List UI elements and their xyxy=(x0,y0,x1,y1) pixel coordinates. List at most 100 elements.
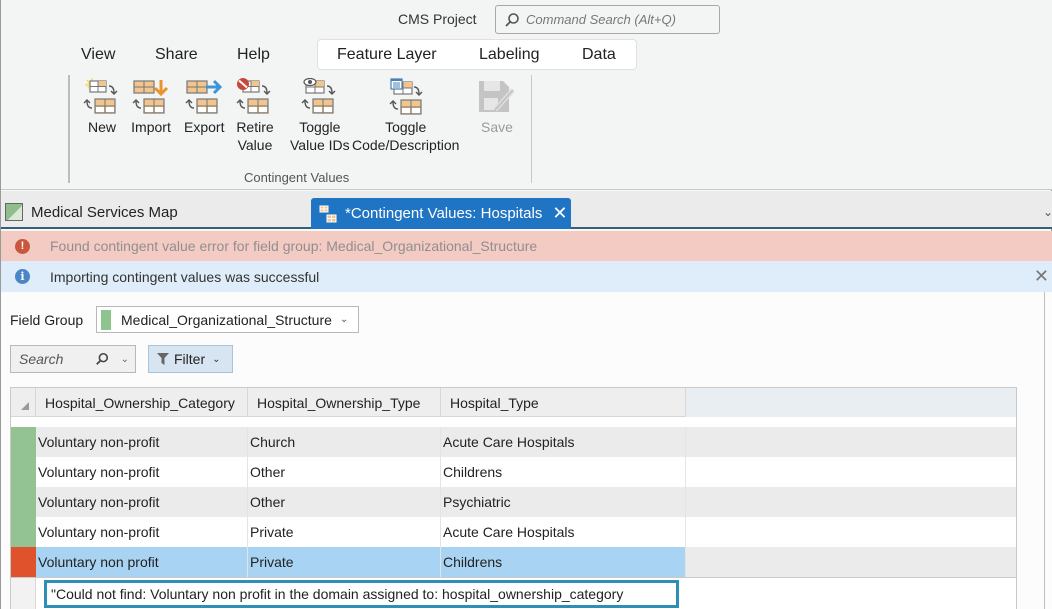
toggle-value-ids-label: Toggle Value IDs xyxy=(290,118,350,154)
tab-share[interactable]: Share xyxy=(155,46,198,64)
contingent-values-pane: Field Group Medical_Organizational_Struc… xyxy=(1,292,1052,609)
table-cell[interactable]: Private xyxy=(248,517,441,547)
table-cell[interactable]: Childrens xyxy=(441,457,686,487)
table-row[interactable]: Voluntary non-profit Other Psychiatric xyxy=(11,487,1016,517)
table-cell[interactable]: Voluntary non-profit xyxy=(36,427,248,457)
toggle-value-ids-button[interactable]: Toggle Value IDs xyxy=(290,78,350,154)
table-row-error[interactable]: Voluntary non profit Private Childrens xyxy=(11,547,1016,577)
table-row-filler xyxy=(686,517,1016,547)
tab-help[interactable]: Help xyxy=(237,46,270,64)
table-cell[interactable]: Church xyxy=(248,427,441,457)
retire-value-label-line2: Value xyxy=(237,137,273,153)
search-icon[interactable] xyxy=(95,352,109,366)
field-group-label: Field Group xyxy=(10,312,84,328)
dismiss-message-icon[interactable]: ✕ xyxy=(1034,266,1049,287)
info-message-text: Importing contingent values was successf… xyxy=(50,268,320,285)
table-row[interactable]: Voluntary non-profit Church Acute Care Hos… xyxy=(11,427,1016,457)
ribbon-group-separator xyxy=(531,75,532,183)
error-message-text: Found contingent value error for field g… xyxy=(50,238,538,254)
project-title: CMS Project xyxy=(398,11,477,27)
filter-icon xyxy=(157,353,169,365)
table-cell[interactable]: Other xyxy=(248,487,441,517)
new-label: New xyxy=(87,119,116,135)
info-icon: i xyxy=(15,269,30,284)
field-group-selected-value: Medical_Organizational_Structure xyxy=(121,311,332,328)
import-icon xyxy=(132,80,169,114)
vertical-scrollbar[interactable] xyxy=(1044,292,1045,609)
toggle-code-description-button[interactable]: Toggle Code/Description xyxy=(352,78,459,154)
table-cell[interactable]: Voluntary non-profit xyxy=(36,457,248,487)
info-message-banner: i Importing contingent values was succes… xyxy=(1,261,1052,292)
chevron-down-icon: ⌄ xyxy=(212,353,221,365)
corner-triangle-icon xyxy=(21,402,29,410)
tab-overflow-chevron-icon[interactable]: ⌄ xyxy=(1043,205,1052,219)
table-cell[interactable]: Acute Care Hospitals xyxy=(441,427,686,457)
save-button[interactable]: Save xyxy=(477,78,517,136)
save-label: Save xyxy=(481,119,513,135)
table-cell[interactable]: Childrens xyxy=(441,547,686,577)
table-row-filler xyxy=(686,427,1016,457)
group-label-contingent-values: Contingent Values xyxy=(244,170,350,185)
document-tab-strip: Medical Services Map *Contingent Values:… xyxy=(1,191,1052,229)
field-group-dropdown[interactable]: Medical_Organizational_Structure ⌄ xyxy=(96,306,359,333)
field-group-color-swatch xyxy=(101,309,111,330)
title-bar: CMS Project Command Search (Alt+Q) xyxy=(1,0,1052,40)
contextual-tab-group: Feature Layer Labeling Data xyxy=(317,39,637,70)
new-contingent-value-icon xyxy=(83,78,118,114)
table-cell[interactable]: Acute Care Hospitals xyxy=(441,517,686,547)
search-options-chevron-icon[interactable]: ⌄ xyxy=(121,354,129,365)
row-status-valid-indicator xyxy=(11,487,36,517)
tab-data[interactable]: Data xyxy=(582,46,616,64)
error-tooltip: "Could not find: Voluntary non profit in… xyxy=(44,580,679,608)
filter-label: Filter xyxy=(174,351,206,367)
doc-tab-medical-services-map[interactable]: Medical Services Map xyxy=(5,203,178,221)
command-search-placeholder: Command Search (Alt+Q) xyxy=(526,12,676,27)
tab-view[interactable]: View xyxy=(81,46,115,64)
retire-value-button[interactable]: Retire Value xyxy=(235,78,275,154)
grid-spacer xyxy=(11,417,1016,427)
export-icon xyxy=(185,79,223,114)
export-label: Export xyxy=(184,119,225,135)
table-cell[interactable]: Private xyxy=(248,547,441,577)
filter-button[interactable]: Filter ⌄ xyxy=(148,345,233,373)
toggle-code-description-label-line1: Toggle xyxy=(385,119,427,135)
retire-value-icon xyxy=(236,78,271,114)
import-button[interactable]: Import xyxy=(131,78,171,136)
select-all-corner[interactable] xyxy=(11,388,36,417)
grid-header: Hospital_Ownership_Category Hospital_Own… xyxy=(11,388,1016,417)
command-search-input[interactable]: Command Search (Alt+Q) xyxy=(495,5,720,34)
retire-value-label-line1: Retire xyxy=(236,119,274,135)
search-placeholder: Search xyxy=(19,351,64,367)
toggle-value-ids-label-line2: Value IDs xyxy=(290,137,350,153)
column-header-hospital-type[interactable]: Hospital_Type xyxy=(441,388,686,417)
map-icon xyxy=(5,203,23,221)
table-row[interactable]: Voluntary non-profit Other Childrens xyxy=(11,457,1016,487)
contingent-values-table-icon xyxy=(319,205,337,222)
tab-labeling[interactable]: Labeling xyxy=(479,46,540,64)
column-header-ownership-category[interactable]: Hospital_Ownership_Category xyxy=(36,388,248,417)
close-tab-icon[interactable]: ✕ xyxy=(552,203,567,224)
doc-tab-active-label: *Contingent Values: Hospitals xyxy=(345,205,543,222)
row-status-valid-indicator xyxy=(11,517,36,547)
search-input[interactable]: Search ⌄ xyxy=(10,345,136,373)
column-header-ownership-type[interactable]: Hospital_Ownership_Type xyxy=(248,388,441,417)
import-label: Import xyxy=(131,119,171,135)
table-cell[interactable]: Psychiatric xyxy=(441,487,686,517)
export-button[interactable]: Export xyxy=(184,78,224,136)
toggle-code-description-label-line2: Code/Description xyxy=(352,137,460,153)
row-error-details: "Could not find: Voluntary non profit in… xyxy=(11,577,1016,609)
app-window: CMS Project Command Search (Alt+Q) View … xyxy=(0,0,1052,609)
ribbon-separator xyxy=(68,75,70,183)
new-button[interactable]: New xyxy=(82,78,122,136)
chevron-down-icon: ⌄ xyxy=(339,314,349,325)
search-icon xyxy=(505,12,519,27)
table-row-filler xyxy=(686,547,1016,577)
table-cell[interactable]: Voluntary non profit xyxy=(36,547,248,577)
table-cell[interactable]: Other xyxy=(248,457,441,487)
table-cell[interactable]: Voluntary non-profit xyxy=(36,487,248,517)
table-cell[interactable]: Voluntary non-profit xyxy=(36,517,248,547)
tab-feature-layer[interactable]: Feature Layer xyxy=(337,46,437,64)
table-row[interactable]: Voluntary non-profit Private Acute Care Ho… xyxy=(11,517,1016,547)
row-status-error-indicator xyxy=(11,547,36,577)
doc-tab-contingent-values[interactable]: *Contingent Values: Hospitals ✕ xyxy=(311,198,571,229)
